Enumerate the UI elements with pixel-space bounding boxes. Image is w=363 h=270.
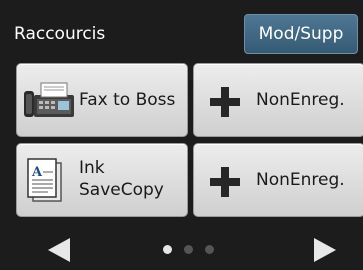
- shortcut-unregistered-1[interactable]: NonEnreg.: [193, 63, 363, 137]
- page-dot: [205, 245, 214, 254]
- mod-supp-button[interactable]: Mod/Supp: [244, 14, 358, 54]
- shortcut-label: Ink SaveCopy: [79, 157, 164, 201]
- shortcut-label: NonEnreg.: [256, 90, 345, 110]
- shortcut-ink-savecopy[interactable]: A Ink SaveCopy: [16, 143, 188, 217]
- screen-title: Raccourcis: [14, 24, 106, 44]
- plus-icon: [210, 167, 240, 197]
- page-indicator: [163, 245, 223, 257]
- document-icon: A: [27, 158, 62, 202]
- svg-text:A: A: [31, 165, 43, 180]
- shortcut-fax-to-boss[interactable]: Fax to Boss: [16, 63, 188, 137]
- shortcut-label: NonEnreg.: [256, 170, 345, 190]
- shortcut-label-line-2: SaveCopy: [79, 180, 164, 200]
- page-dot-active: [163, 245, 172, 254]
- previous-page-arrow-icon[interactable]: [46, 236, 72, 264]
- shortcut-unregistered-2[interactable]: NonEnreg.: [193, 143, 363, 217]
- page-dot: [184, 245, 193, 254]
- header-bar: Raccourcis Mod/Supp: [0, 0, 363, 56]
- fax-icon: [24, 82, 74, 117]
- next-page-arrow-icon[interactable]: [312, 236, 338, 264]
- shortcut-label: Fax to Boss: [79, 90, 176, 110]
- shortcut-label-line-1: Ink: [79, 158, 105, 178]
- plus-icon: [210, 87, 240, 117]
